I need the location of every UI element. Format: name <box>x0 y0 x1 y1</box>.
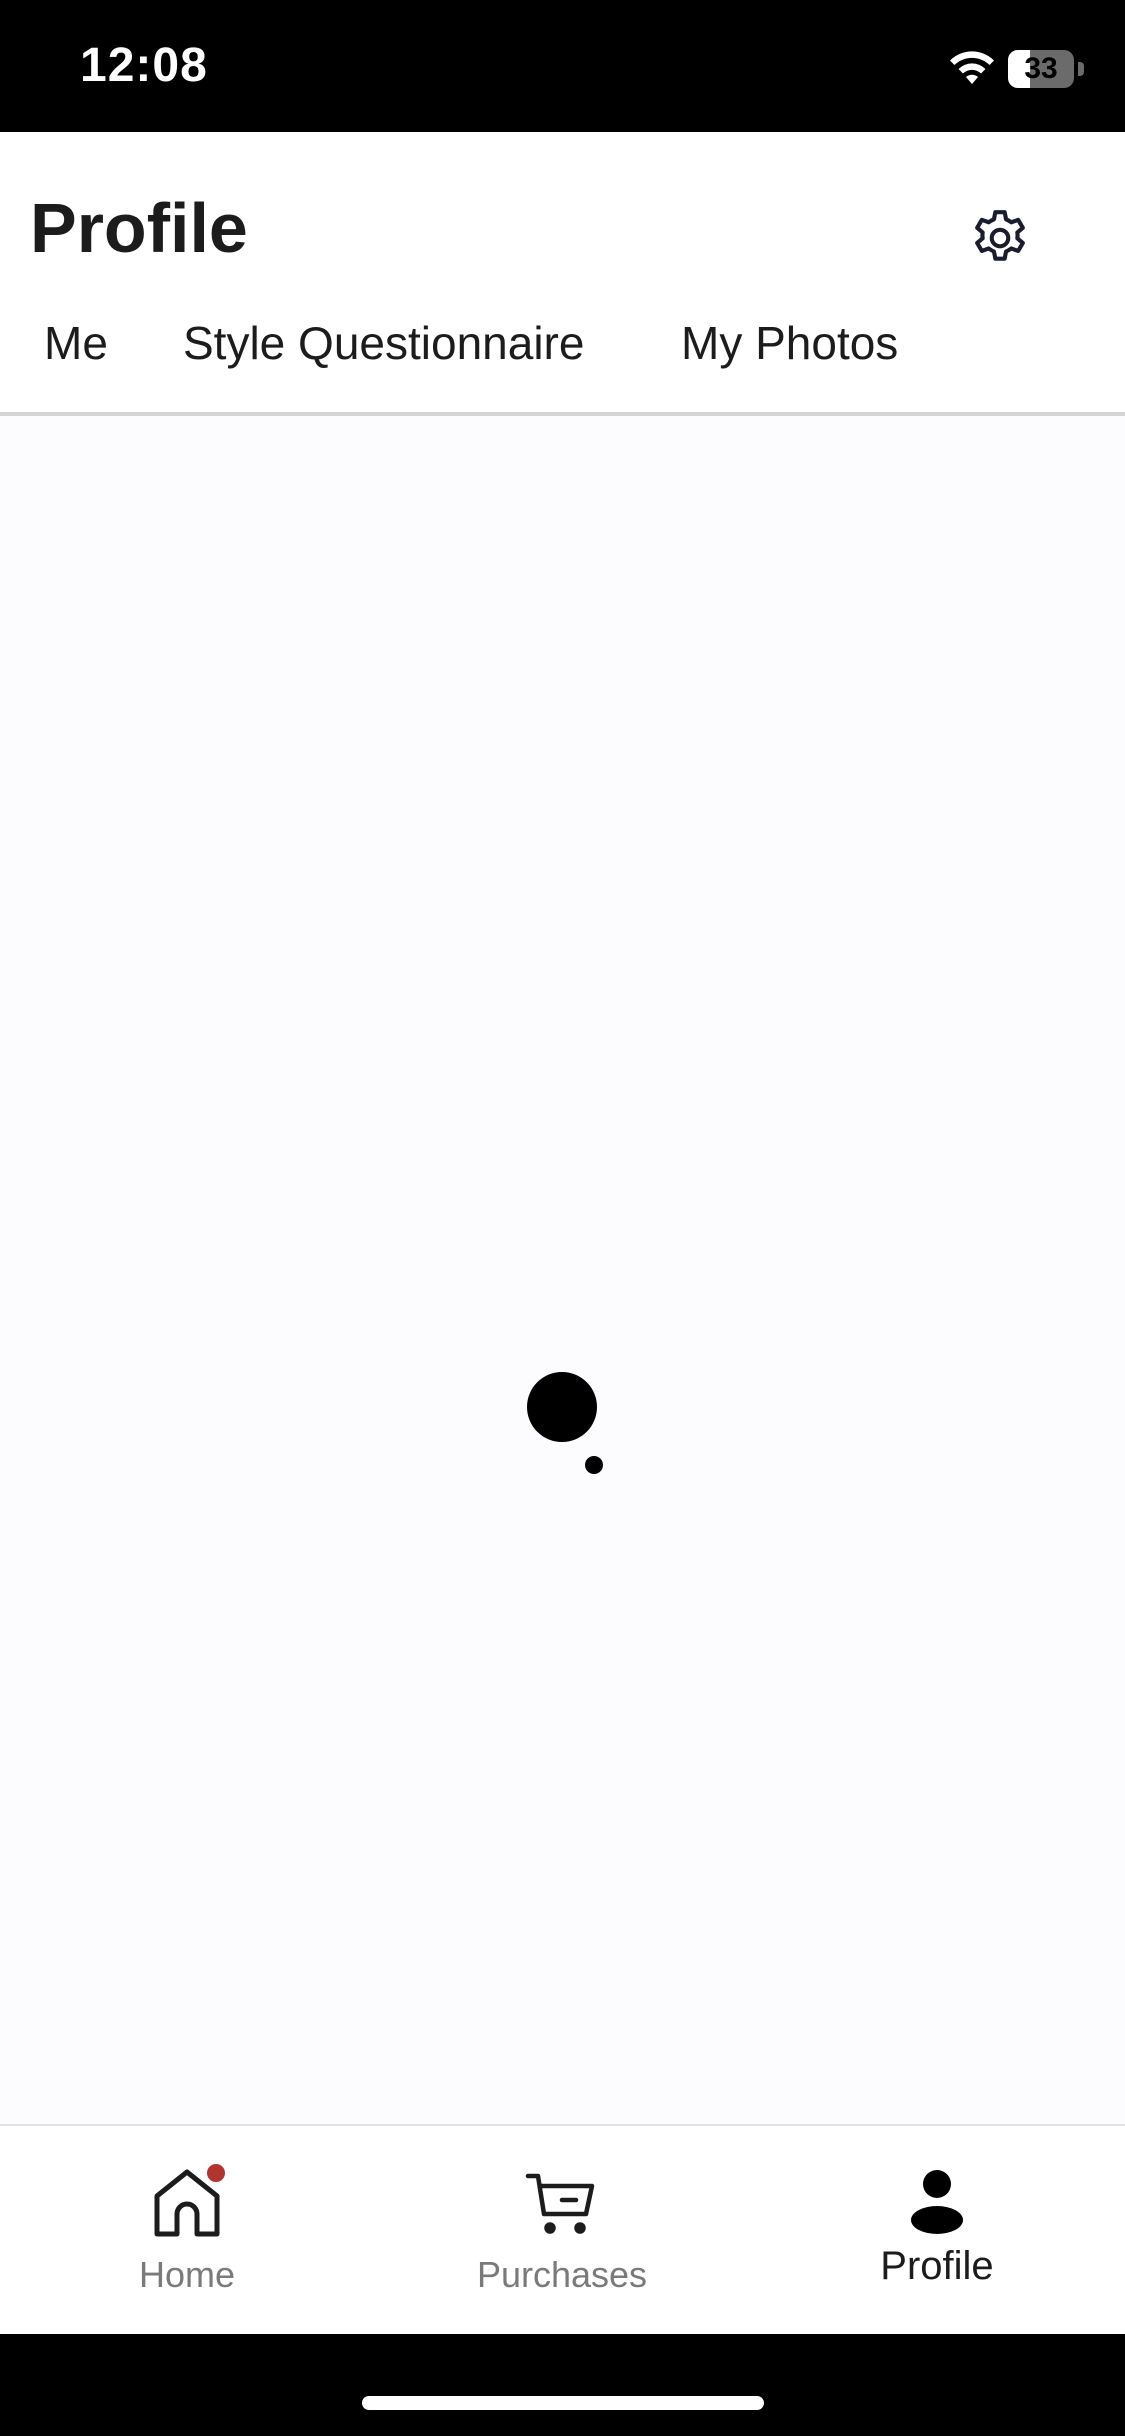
bottom-tab-bar: Home Purchases Profile <box>0 2124 1125 2336</box>
person-icon <box>911 2170 963 2234</box>
loader-dot-large <box>527 1372 597 1442</box>
battery-tip <box>1078 62 1084 76</box>
nav-label: Home <box>138 2254 236 2295</box>
profile-tabs: Me Style Questionnaire My Photos <box>0 302 1125 529</box>
nav-label: Purchases <box>476 2254 648 2295</box>
nav-label: Profile <box>880 2244 994 2288</box>
nav-home[interactable]: Home <box>37 2126 337 2326</box>
tab-label: Me <box>44 317 108 369</box>
loading-spinner-icon <box>520 1372 610 1482</box>
gear-icon <box>975 210 1025 261</box>
loader-dot-small <box>585 1456 603 1474</box>
tab-my-photos[interactable]: My Photos <box>681 302 911 529</box>
notification-badge <box>207 2164 225 2182</box>
nav-profile[interactable]: Profile <box>787 2126 1087 2326</box>
home-indicator[interactable] <box>362 2396 764 2410</box>
header: Profile Me Style Questionnaire My Photos <box>0 132 1125 529</box>
wifi-icon <box>950 51 994 84</box>
tab-label: My Photos <box>681 317 899 369</box>
battery-body: 33 <box>1008 50 1074 88</box>
home-indicator-area <box>0 2334 1125 2436</box>
settings-button[interactable] <box>962 200 1038 276</box>
battery-level: 33 <box>1024 52 1058 85</box>
status-time: 12:08 <box>80 39 208 92</box>
page-title: Profile <box>30 189 248 267</box>
battery-icon: 33 <box>1008 50 1084 88</box>
questionnaire-content <box>0 416 1125 2258</box>
tab-style-questionnaire[interactable]: Style Questionnaire <box>183 302 621 528</box>
tab-label: Style Questionnaire <box>183 317 585 369</box>
app-content: Profile Me Style Questionnaire My Photos <box>0 132 1125 2334</box>
status-bar: 12:08 33 <box>0 0 1125 132</box>
tab-me[interactable]: Me <box>30 302 122 529</box>
phone-screen: 12:08 33 Profile Me Style Questionnaire … <box>0 0 1125 2436</box>
cart-icon <box>525 2173 595 2234</box>
nav-purchases[interactable]: Purchases <box>412 2126 712 2326</box>
